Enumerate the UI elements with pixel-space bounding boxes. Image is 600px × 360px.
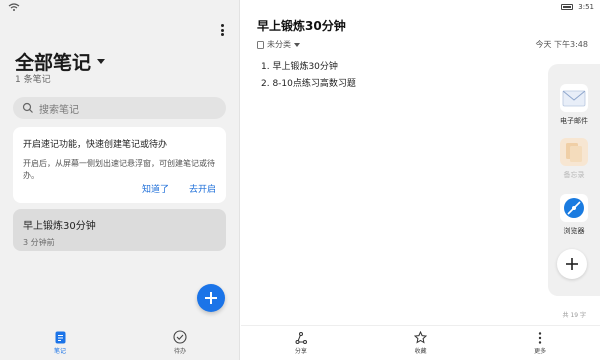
more-options-icon[interactable] bbox=[216, 22, 228, 38]
search-icon bbox=[22, 102, 33, 113]
todo-check-icon bbox=[173, 330, 187, 344]
search-placeholder: 搜索笔记 bbox=[39, 104, 79, 116]
wifi-icon bbox=[8, 3, 20, 11]
bottom-tab-bar: 笔记 待办 bbox=[0, 325, 240, 360]
editor-toolbar: 分享 收藏 更多 bbox=[241, 325, 600, 360]
note-line: 2. 8-10点练习高数习题 bbox=[261, 79, 356, 89]
note-editor-pane: 3:51 早上锻炼30分钟 未分类 今天 下午3:48 1. 早上锻炼30分钟 … bbox=[241, 0, 600, 360]
chevron-down-icon bbox=[294, 42, 300, 47]
share-button[interactable]: 分享 bbox=[241, 326, 361, 360]
all-notes-dropdown[interactable]: 全部笔记 bbox=[15, 48, 106, 75]
note-body[interactable]: 1. 早上锻炼30分钟 2. 8-10点练习高数习题 bbox=[261, 59, 356, 93]
add-note-button[interactable] bbox=[197, 284, 225, 312]
dock-app-browser-label: 浏览器 bbox=[563, 227, 585, 235]
note-title[interactable]: 早上锻炼30分钟 bbox=[257, 17, 346, 34]
category-selector[interactable]: 未分类 bbox=[257, 39, 300, 50]
tab-todo-label: 待办 bbox=[173, 348, 186, 355]
dock-app-browser[interactable]: 浏览器 bbox=[548, 194, 600, 236]
more-label: 更多 bbox=[534, 347, 547, 355]
note-icon bbox=[55, 331, 65, 343]
status-bar-left bbox=[0, 0, 240, 14]
note-count: 1 条笔记 bbox=[15, 75, 51, 85]
plus-icon bbox=[566, 258, 578, 270]
enable-button[interactable]: 去开启 bbox=[189, 182, 216, 195]
favorite-button[interactable]: 收藏 bbox=[361, 326, 481, 360]
email-icon bbox=[560, 84, 588, 112]
search-input[interactable]: 搜索笔记 bbox=[13, 97, 226, 119]
note-item-title: 早上锻炼30分钟 bbox=[23, 221, 96, 232]
tip-body: 开启后，从屏幕一侧划出速记悬浮窗，可创建笔记或待办。 bbox=[23, 159, 215, 180]
note-line: 1. 早上锻炼30分钟 bbox=[261, 62, 338, 72]
battery-icon bbox=[561, 4, 574, 10]
more-button[interactable]: 更多 bbox=[480, 326, 600, 360]
side-app-dock: 电子邮件 备忘录 浏览器 bbox=[548, 64, 600, 296]
tab-todo[interactable]: 待办 bbox=[120, 325, 240, 360]
more-icon bbox=[538, 331, 542, 344]
tab-notes[interactable]: 笔记 bbox=[0, 325, 120, 360]
note-item-time: 3 分钟前 bbox=[23, 238, 55, 247]
tab-notes-label: 笔记 bbox=[53, 347, 66, 355]
tip-title: 开启速记功能，快速创建笔记或待办 bbox=[23, 140, 168, 150]
plus-icon bbox=[205, 292, 217, 304]
list-item[interactable]: 早上锻炼30分钟 3 分钟前 bbox=[13, 209, 226, 251]
share-icon bbox=[295, 331, 307, 344]
notes-list-pane: 全部笔记 1 条笔记 搜索笔记 开启速记功能，快速创建笔记或待办 开启后，从屏幕… bbox=[0, 0, 240, 360]
browser-icon bbox=[560, 194, 588, 222]
dock-add-button[interactable] bbox=[557, 249, 587, 279]
category-label: 未分类 bbox=[267, 40, 291, 49]
note-date: 今天 下午3:48 bbox=[535, 40, 588, 49]
all-notes-title: 全部笔记 bbox=[15, 52, 92, 74]
status-time: 3:51 bbox=[578, 3, 594, 11]
dock-app-email[interactable]: 电子邮件 bbox=[548, 84, 600, 126]
word-count: 共 19 字 bbox=[562, 312, 586, 319]
share-label: 分享 bbox=[294, 347, 307, 355]
favorite-label: 收藏 bbox=[414, 348, 427, 355]
dropdown-arrow-icon bbox=[97, 59, 106, 64]
dock-app-memo-label: 备忘录 bbox=[563, 171, 585, 179]
dock-app-email-label: 电子邮件 bbox=[560, 117, 588, 125]
memo-icon bbox=[560, 138, 588, 166]
dock-app-memo: 备忘录 bbox=[548, 138, 600, 180]
star-icon bbox=[414, 331, 427, 344]
quick-note-tip-card: 开启速记功能，快速创建笔记或待办 开启后，从屏幕一侧划出速记悬浮窗，可创建笔记或… bbox=[13, 127, 226, 203]
dismiss-button[interactable]: 知道了 bbox=[142, 182, 169, 195]
folder-icon bbox=[257, 40, 264, 49]
status-bar-right: 3:51 bbox=[561, 3, 594, 11]
